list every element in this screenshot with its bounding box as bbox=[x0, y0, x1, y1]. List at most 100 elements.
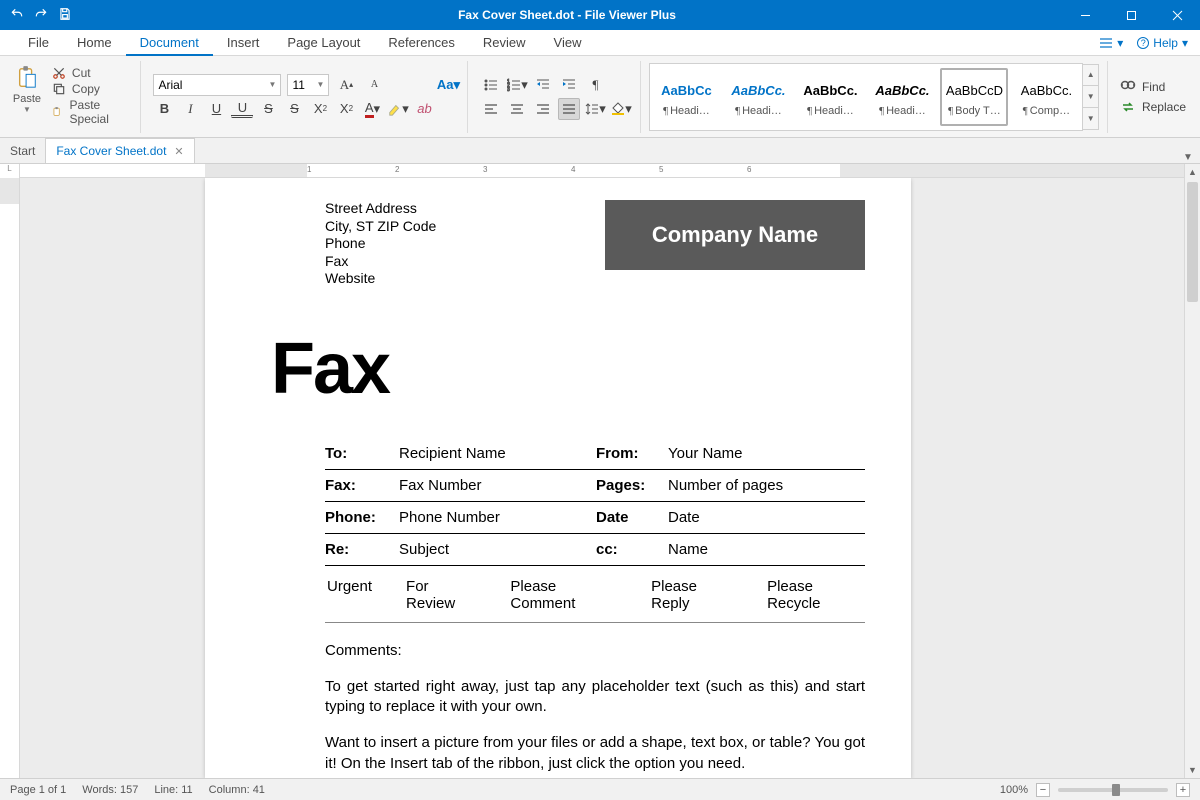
style-item[interactable]: AaBbCc ¶Headi… bbox=[652, 68, 720, 126]
address-line[interactable]: Phone bbox=[325, 235, 436, 253]
highlight-button[interactable]: ▾ bbox=[387, 98, 409, 120]
clear-format-button[interactable]: ab bbox=[413, 98, 435, 120]
italic-button[interactable]: I bbox=[179, 98, 201, 120]
menu-home[interactable]: Home bbox=[63, 30, 126, 56]
replace-button[interactable]: Replace bbox=[1120, 100, 1186, 114]
document-canvas[interactable]: Street AddressCity, ST ZIP CodePhoneFaxW… bbox=[20, 178, 1184, 778]
decrease-indent-button[interactable] bbox=[532, 74, 554, 96]
zoom-in-button[interactable]: + bbox=[1176, 783, 1190, 797]
fax-option[interactable]: Please Reply bbox=[651, 578, 733, 612]
field-fax[interactable]: Fax Number bbox=[397, 470, 596, 502]
find-button[interactable]: Find bbox=[1120, 80, 1186, 94]
redo-icon[interactable] bbox=[34, 7, 48, 24]
fax-headline[interactable]: Fax bbox=[271, 328, 865, 410]
field-cc[interactable]: Name bbox=[666, 534, 865, 566]
style-item[interactable]: AaBbCc. ¶Comp… bbox=[1012, 68, 1080, 126]
gallery-down-icon[interactable]: ▼ bbox=[1083, 86, 1098, 108]
paste-button[interactable]: Paste▼ bbox=[10, 65, 44, 114]
comment-paragraph[interactable]: Want to insert a picture from your files… bbox=[325, 733, 865, 774]
field-re[interactable]: Subject bbox=[397, 534, 596, 566]
align-right-button[interactable] bbox=[532, 98, 554, 120]
style-item[interactable]: AaBbCc. ¶Headi… bbox=[868, 68, 936, 126]
style-item[interactable]: AaBbCcD ¶Body T… bbox=[940, 68, 1008, 126]
sender-address[interactable]: Street AddressCity, ST ZIP CodePhoneFaxW… bbox=[325, 200, 436, 288]
fax-option[interactable]: For Review bbox=[406, 578, 476, 612]
save-icon[interactable] bbox=[58, 7, 72, 24]
gallery-up-icon[interactable]: ▲ bbox=[1083, 65, 1098, 87]
subscript-button[interactable]: X2 bbox=[335, 98, 357, 120]
field-date[interactable]: Date bbox=[666, 502, 865, 534]
font-color-button[interactable]: A▾ bbox=[361, 98, 383, 120]
double-underline-button[interactable]: U bbox=[231, 100, 253, 118]
address-line[interactable]: City, ST ZIP Code bbox=[325, 218, 436, 236]
style-item[interactable]: AaBbCc. ¶Headi… bbox=[796, 68, 864, 126]
shading-button[interactable]: ▾ bbox=[610, 98, 632, 120]
gallery-scroll[interactable]: ▲ ▼ ▼ bbox=[1083, 64, 1099, 130]
zoom-slider[interactable] bbox=[1058, 788, 1168, 792]
zoom-slider-handle[interactable] bbox=[1112, 784, 1120, 796]
grow-font-button[interactable]: A▴ bbox=[335, 74, 357, 96]
address-line[interactable]: Street Address bbox=[325, 200, 436, 218]
ribbon-options-icon[interactable]: ▾ bbox=[1099, 36, 1123, 50]
field-to[interactable]: Recipient Name bbox=[397, 438, 596, 470]
help-button[interactable]: ?Help▾ bbox=[1137, 36, 1188, 50]
status-words[interactable]: Words: 157 bbox=[82, 784, 138, 796]
align-left-button[interactable] bbox=[480, 98, 502, 120]
field-from[interactable]: Your Name bbox=[666, 438, 865, 470]
gallery-more-icon[interactable]: ▼ bbox=[1083, 108, 1098, 129]
address-line[interactable]: Fax bbox=[325, 253, 436, 271]
comments-block[interactable]: Comments: To get started right away, jus… bbox=[325, 641, 865, 779]
menu-page-layout[interactable]: Page Layout bbox=[273, 30, 374, 56]
menu-file[interactable]: File bbox=[14, 30, 63, 56]
zoom-value[interactable]: 100% bbox=[1000, 784, 1028, 796]
superscript-button[interactable]: X2 bbox=[309, 98, 331, 120]
tab-start[interactable]: Start bbox=[0, 138, 45, 163]
strikethrough-button[interactable]: S bbox=[257, 98, 279, 120]
menu-references[interactable]: References bbox=[374, 30, 468, 56]
menu-insert[interactable]: Insert bbox=[213, 30, 274, 56]
scroll-up-icon[interactable]: ▲ bbox=[1185, 164, 1200, 180]
paste-special-button[interactable]: Paste Special bbox=[50, 97, 133, 127]
change-case-button[interactable]: Aa▾ bbox=[437, 74, 459, 96]
vertical-ruler[interactable] bbox=[0, 178, 20, 778]
horizontal-ruler[interactable]: 123456 bbox=[20, 164, 1184, 178]
minimize-button[interactable] bbox=[1062, 0, 1108, 30]
show-marks-button[interactable]: ¶ bbox=[584, 74, 606, 96]
status-page[interactable]: Page 1 of 1 bbox=[10, 784, 66, 796]
underline-button[interactable]: U bbox=[205, 98, 227, 120]
vertical-scrollbar[interactable]: ▲ ▼ bbox=[1184, 164, 1200, 778]
zoom-out-button[interactable]: − bbox=[1036, 783, 1050, 797]
fax-option[interactable]: Urgent bbox=[327, 578, 372, 612]
scroll-down-icon[interactable]: ▼ bbox=[1185, 762, 1200, 778]
numbering-button[interactable]: 123▾ bbox=[506, 74, 528, 96]
styles-gallery[interactable]: AaBbCc ¶Headi… AaBbCc. ¶Headi… AaBbCc. ¶… bbox=[649, 63, 1083, 131]
tab-close-icon[interactable]: ✕ bbox=[174, 145, 183, 158]
align-justify-button[interactable] bbox=[558, 98, 580, 120]
comment-paragraph[interactable]: To get started right away, just tap any … bbox=[325, 677, 865, 718]
style-item[interactable]: AaBbCc. ¶Headi… bbox=[724, 68, 792, 126]
maximize-button[interactable] bbox=[1108, 0, 1154, 30]
menu-document[interactable]: Document bbox=[126, 30, 213, 56]
company-name-block[interactable]: Company Name bbox=[605, 200, 865, 270]
bold-button[interactable]: B bbox=[153, 98, 175, 120]
fax-option[interactable]: Please Comment bbox=[510, 578, 617, 612]
tab-document[interactable]: Fax Cover Sheet.dot✕ bbox=[45, 138, 194, 163]
line-spacing-button[interactable]: ▾ bbox=[584, 98, 606, 120]
close-button[interactable] bbox=[1154, 0, 1200, 30]
field-phone[interactable]: Phone Number bbox=[397, 502, 596, 534]
cut-button[interactable]: Cut bbox=[50, 65, 133, 81]
shrink-font-button[interactable]: A bbox=[363, 74, 385, 96]
undo-icon[interactable] bbox=[10, 7, 24, 24]
font-family-select[interactable]: Arial▼ bbox=[153, 74, 281, 96]
increase-indent-button[interactable] bbox=[558, 74, 580, 96]
address-line[interactable]: Website bbox=[325, 270, 436, 288]
bullets-button[interactable] bbox=[480, 74, 502, 96]
copy-button[interactable]: Copy bbox=[50, 81, 133, 97]
tabs-dropdown-icon[interactable]: ▼ bbox=[1182, 152, 1200, 163]
fax-option[interactable]: Please Recycle bbox=[767, 578, 863, 612]
align-center-button[interactable] bbox=[506, 98, 528, 120]
menu-review[interactable]: Review bbox=[469, 30, 540, 56]
font-size-select[interactable]: 11▼ bbox=[287, 74, 329, 96]
scroll-thumb[interactable] bbox=[1187, 182, 1198, 302]
menu-view[interactable]: View bbox=[540, 30, 596, 56]
